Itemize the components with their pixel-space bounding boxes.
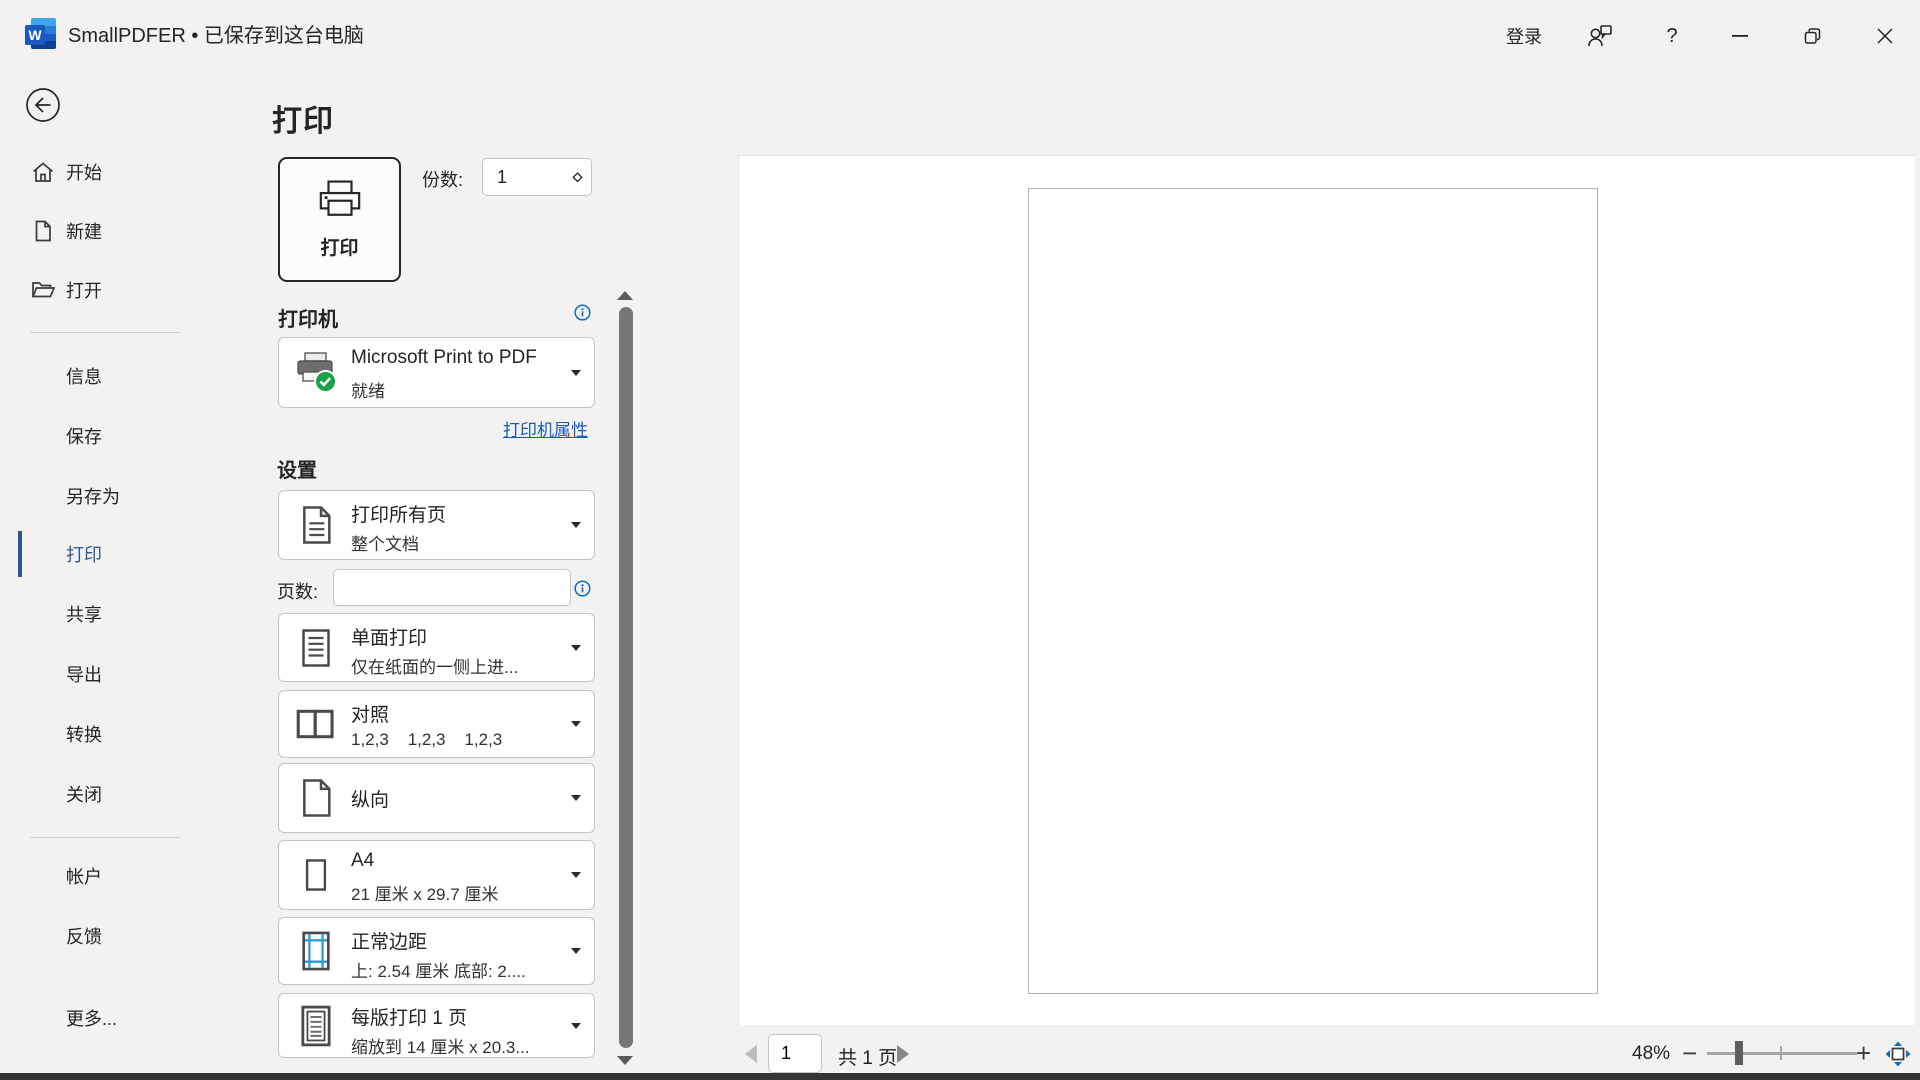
printer-select[interactable]: Microsoft Print to PDF 就绪 [278,337,595,408]
sidebar-item-save-as[interactable]: 另存为 [0,478,208,514]
settings-section-header: 设置 [277,454,317,483]
sidebar-item-feedback[interactable]: 反馈 [0,918,208,954]
portrait-page-icon [289,764,343,832]
sidebar-item-close-doc[interactable]: 关闭 [0,776,208,812]
contact-support-icon[interactable] [1578,0,1622,72]
chevron-down-icon [571,645,581,651]
sidebar-divider [30,837,180,838]
paper-size-icon [289,841,343,909]
chevron-down-icon [571,948,581,954]
back-button[interactable] [25,87,61,123]
preview-page [1028,188,1598,994]
scrollbar-thumb[interactable] [619,307,633,1048]
zoom-out-button[interactable]: − [1682,1038,1697,1069]
collate-pages-icon [289,691,343,757]
copies-input[interactable] [497,159,557,195]
home-icon [30,159,56,185]
printer-section-header: 打印机 [278,303,338,332]
sidebar-item-info[interactable]: 信息 [0,358,208,394]
pages-label: 页数: [277,578,318,604]
pages-info-icon[interactable] [574,580,591,597]
page-total-label: 共 1 页 [838,1043,897,1070]
zoom-to-page-icon[interactable] [1884,1040,1912,1068]
zoom-in-button[interactable]: + [1856,1038,1871,1069]
zoom-slider-midtick [1780,1046,1782,1060]
window-bottom-edge [0,1073,1920,1080]
stepper-down-icon[interactable] [572,170,583,188]
printer-info-icon[interactable] [574,304,591,321]
sidebar-divider [30,332,180,333]
scrollbar-up-icon[interactable] [617,291,633,300]
page-number-input[interactable] [781,1035,817,1072]
copies-label: 份数: [422,166,463,192]
chevron-down-icon [571,872,581,878]
print-button-label: 打印 [320,233,358,260]
sidebar-item-open[interactable]: 打开 [0,272,208,308]
printer-status: 就绪 [351,377,556,402]
printer-properties-link[interactable]: 打印机属性 [503,416,588,441]
paper-size-select[interactable]: A4 21 厘米 x 29.7 厘米 [278,840,595,910]
sidebar-item-account[interactable]: 帐户 [0,858,208,894]
chevron-down-icon [571,721,581,727]
print-range-select[interactable]: 打印所有页 整个文档 [278,490,595,560]
scrollbar-down-icon[interactable] [617,1056,633,1065]
pages-per-sheet-icon [289,994,343,1057]
sidebar-item-transform[interactable]: 转换 [0,716,208,752]
printer-status-icon [289,338,343,407]
sidebar-item-share[interactable]: 共享 [0,596,208,632]
page-number-field[interactable] [768,1034,822,1073]
print-all-pages-icon [289,491,343,559]
restore-icon[interactable] [1790,0,1834,72]
collation-select[interactable]: 对照 1,2,3 1,2,3 1,2,3 [278,690,595,758]
sidebar-item-new[interactable]: 新建 [0,213,208,249]
pages-field[interactable] [333,569,571,606]
copies-stepper[interactable] [482,158,592,196]
sign-in-button[interactable]: 登录 [1496,0,1552,72]
margins-icon [289,918,343,984]
sidebar-item-export[interactable]: 导出 [0,656,208,692]
zoom-slider-track[interactable] [1707,1052,1857,1055]
chevron-down-icon [571,370,581,376]
pages-text-input[interactable] [344,570,559,605]
minimize-icon[interactable] [1718,0,1762,72]
previous-page-icon[interactable] [745,1045,757,1063]
window-title: SmallPDFER • 已保存到这台电脑 [68,0,364,72]
sidebar-item-more[interactable]: 更多... [0,1000,208,1036]
help-icon[interactable]: ? [1650,0,1694,72]
zoom-percent-label[interactable]: 48% [1632,1043,1670,1065]
pages-per-sheet-select[interactable]: 每版打印 1 页 缩放到 14 厘米 x 20.3... [278,993,595,1058]
word-logo-icon: W [25,18,56,53]
sidebar-item-save[interactable]: 保存 [0,418,208,454]
chevron-down-icon [571,795,581,801]
orientation-select[interactable]: 纵向 [278,763,595,833]
margins-select[interactable]: 正常边距 上: 2.54 厘米 底部: 2.... [278,917,595,985]
sidebar-item-print[interactable]: 打印 [0,536,208,572]
close-icon[interactable] [1862,0,1908,72]
chevron-down-icon [571,1023,581,1029]
zoom-slider-thumb[interactable] [1735,1041,1743,1065]
sidebar-item-home[interactable]: 开始 [0,154,208,190]
page-title: 打印 [272,96,334,140]
title-bar: W SmallPDFER • 已保存到这台电脑 登录 ? [0,0,1920,72]
printer-name: Microsoft Print to PDF [351,347,556,369]
open-folder-icon [30,277,56,303]
duplex-select[interactable]: 单面打印 仅在纸面的一侧上进... [278,613,595,682]
new-document-icon [30,218,56,244]
next-page-icon[interactable] [897,1045,909,1063]
one-sided-page-icon [289,614,343,681]
chevron-down-icon [571,522,581,528]
word-backstage-print: W SmallPDFER • 已保存到这台电脑 登录 ? [0,0,1920,1080]
print-button[interactable]: 打印 [278,157,401,282]
